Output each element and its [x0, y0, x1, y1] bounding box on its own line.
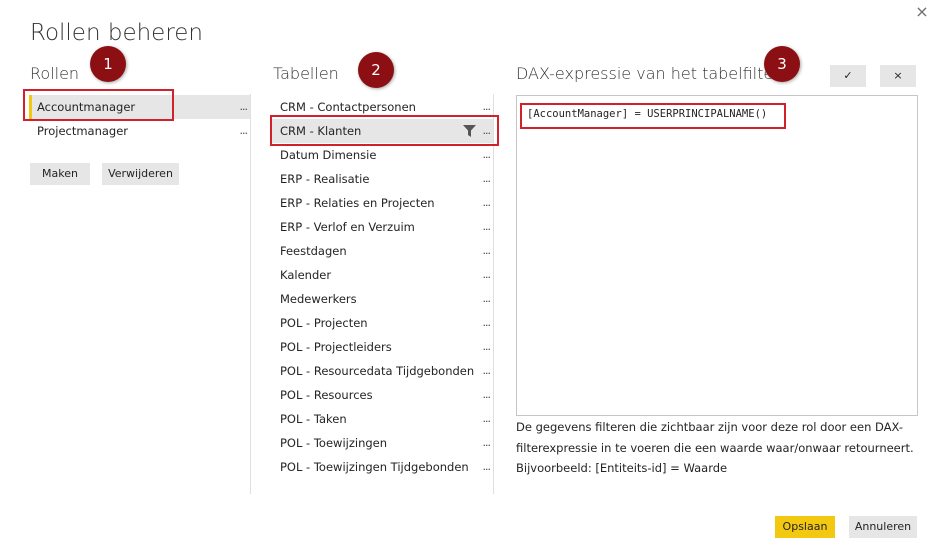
- step-badge-3: 3: [764, 46, 800, 82]
- more-options-icon[interactable]: ...: [483, 119, 491, 143]
- role-item-label: Projectmanager: [37, 124, 129, 138]
- table-item-label: CRM - Klanten: [280, 124, 362, 138]
- table-item[interactable]: Datum Dimensie ...: [272, 143, 493, 167]
- dax-title: DAX-expressie van het tabelfilter: [516, 64, 780, 83]
- discard-filter-button[interactable]: ×: [880, 65, 916, 87]
- table-item-label: POL - Toewijzingen Tijdgebonden: [280, 460, 469, 474]
- help-text-line: Bijvoorbeeld: [Entiteits-id] = Waarde: [516, 461, 728, 475]
- more-options-icon[interactable]: ...: [483, 239, 491, 263]
- roles-title: Rollen: [30, 64, 80, 83]
- table-item[interactable]: POL - Resources ...: [272, 383, 493, 407]
- close-icon[interactable]: ×: [912, 2, 932, 22]
- table-item-label: POL - Projectleiders: [280, 340, 392, 354]
- step-badge-1: 1: [90, 46, 126, 82]
- more-options-icon[interactable]: ...: [483, 359, 491, 383]
- table-item[interactable]: CRM - Contactpersonen ...: [272, 95, 493, 119]
- more-options-icon[interactable]: ...: [483, 335, 491, 359]
- table-item[interactable]: ERP - Realisatie ...: [272, 167, 493, 191]
- table-item-label: ERP - Verlof en Verzuim: [280, 220, 415, 234]
- table-item-label: Feestdagen: [280, 244, 347, 258]
- table-item-label: POL - Taken: [280, 412, 347, 426]
- more-options-icon[interactable]: ...: [483, 95, 491, 119]
- column-divider: [493, 94, 494, 494]
- column-divider: [250, 94, 251, 494]
- table-item[interactable]: POL - Projecten ...: [272, 311, 493, 335]
- make-role-button[interactable]: Maken: [30, 163, 90, 185]
- table-item[interactable]: POL - Toewijzingen Tijdgebonden ...: [272, 455, 493, 479]
- table-item[interactable]: POL - Resourcedata Tijdgebonden ...: [272, 359, 493, 383]
- table-item[interactable]: Kalender ...: [272, 263, 493, 287]
- role-item-projectmanager[interactable]: Projectmanager ...: [29, 119, 250, 143]
- dax-expression-editor[interactable]: [AccountManager] = USERPRINCIPALNAME(): [516, 95, 918, 416]
- table-item-label: ERP - Relaties en Projecten: [280, 196, 435, 210]
- help-text-line: filterexpressie in te voeren die een waa…: [516, 441, 914, 455]
- table-item-label: ERP - Realisatie: [280, 172, 370, 186]
- table-item[interactable]: ERP - Relaties en Projecten ...: [272, 191, 493, 215]
- table-item[interactable]: Medewerkers ...: [272, 287, 493, 311]
- save-button[interactable]: Opslaan: [775, 516, 835, 538]
- role-item-accountmanager[interactable]: Accountmanager ...: [29, 95, 250, 119]
- table-item-label: POL - Projecten: [280, 316, 368, 330]
- tables-title: Tabellen: [273, 64, 339, 83]
- cancel-button[interactable]: Annuleren: [849, 516, 917, 538]
- table-item-label: POL - Toewijzingen: [280, 436, 388, 450]
- more-options-icon[interactable]: ...: [240, 95, 248, 119]
- more-options-icon[interactable]: ...: [483, 191, 491, 215]
- more-options-icon[interactable]: ...: [240, 119, 248, 143]
- table-item[interactable]: Feestdagen ...: [272, 239, 493, 263]
- role-item-label: Accountmanager: [37, 100, 136, 114]
- table-item-crm-klanten[interactable]: CRM - Klanten ...: [272, 119, 493, 143]
- table-item[interactable]: POL - Taken ...: [272, 407, 493, 431]
- table-item[interactable]: ERP - Verlof en Verzuim ...: [272, 215, 493, 239]
- table-item[interactable]: POL - Projectleiders ...: [272, 335, 493, 359]
- delete-role-button[interactable]: Verwijderen: [102, 163, 179, 185]
- more-options-icon[interactable]: ...: [483, 407, 491, 431]
- more-options-icon[interactable]: ...: [483, 311, 491, 335]
- more-options-icon[interactable]: ...: [483, 143, 491, 167]
- step-badge-2: 2: [358, 52, 394, 88]
- table-item-label: CRM - Contactpersonen: [280, 100, 416, 114]
- more-options-icon[interactable]: ...: [483, 167, 491, 191]
- apply-filter-button[interactable]: ✓: [830, 65, 866, 87]
- more-options-icon[interactable]: ...: [483, 383, 491, 407]
- more-options-icon[interactable]: ...: [483, 215, 491, 239]
- more-options-icon[interactable]: ...: [483, 287, 491, 311]
- table-item-label: Kalender: [280, 268, 332, 282]
- help-text-line: De gegevens filteren die zichtbaar zijn …: [516, 420, 903, 434]
- table-item-label: POL - Resourcedata Tijdgebonden: [280, 364, 475, 378]
- dialog-title: Rollen beheren: [30, 20, 203, 46]
- more-options-icon[interactable]: ...: [483, 455, 491, 479]
- table-item[interactable]: POL - Toewijzingen ...: [272, 431, 493, 455]
- more-options-icon[interactable]: ...: [483, 431, 491, 455]
- table-item-label: Datum Dimensie: [280, 148, 377, 162]
- table-item-label: POL - Resources: [280, 388, 373, 402]
- more-options-icon[interactable]: ...: [483, 263, 491, 287]
- table-item-label: Medewerkers: [280, 292, 357, 306]
- filter-icon: [463, 125, 476, 137]
- dax-expression-text: [AccountManager] = USERPRINCIPALNAME(): [527, 108, 768, 120]
